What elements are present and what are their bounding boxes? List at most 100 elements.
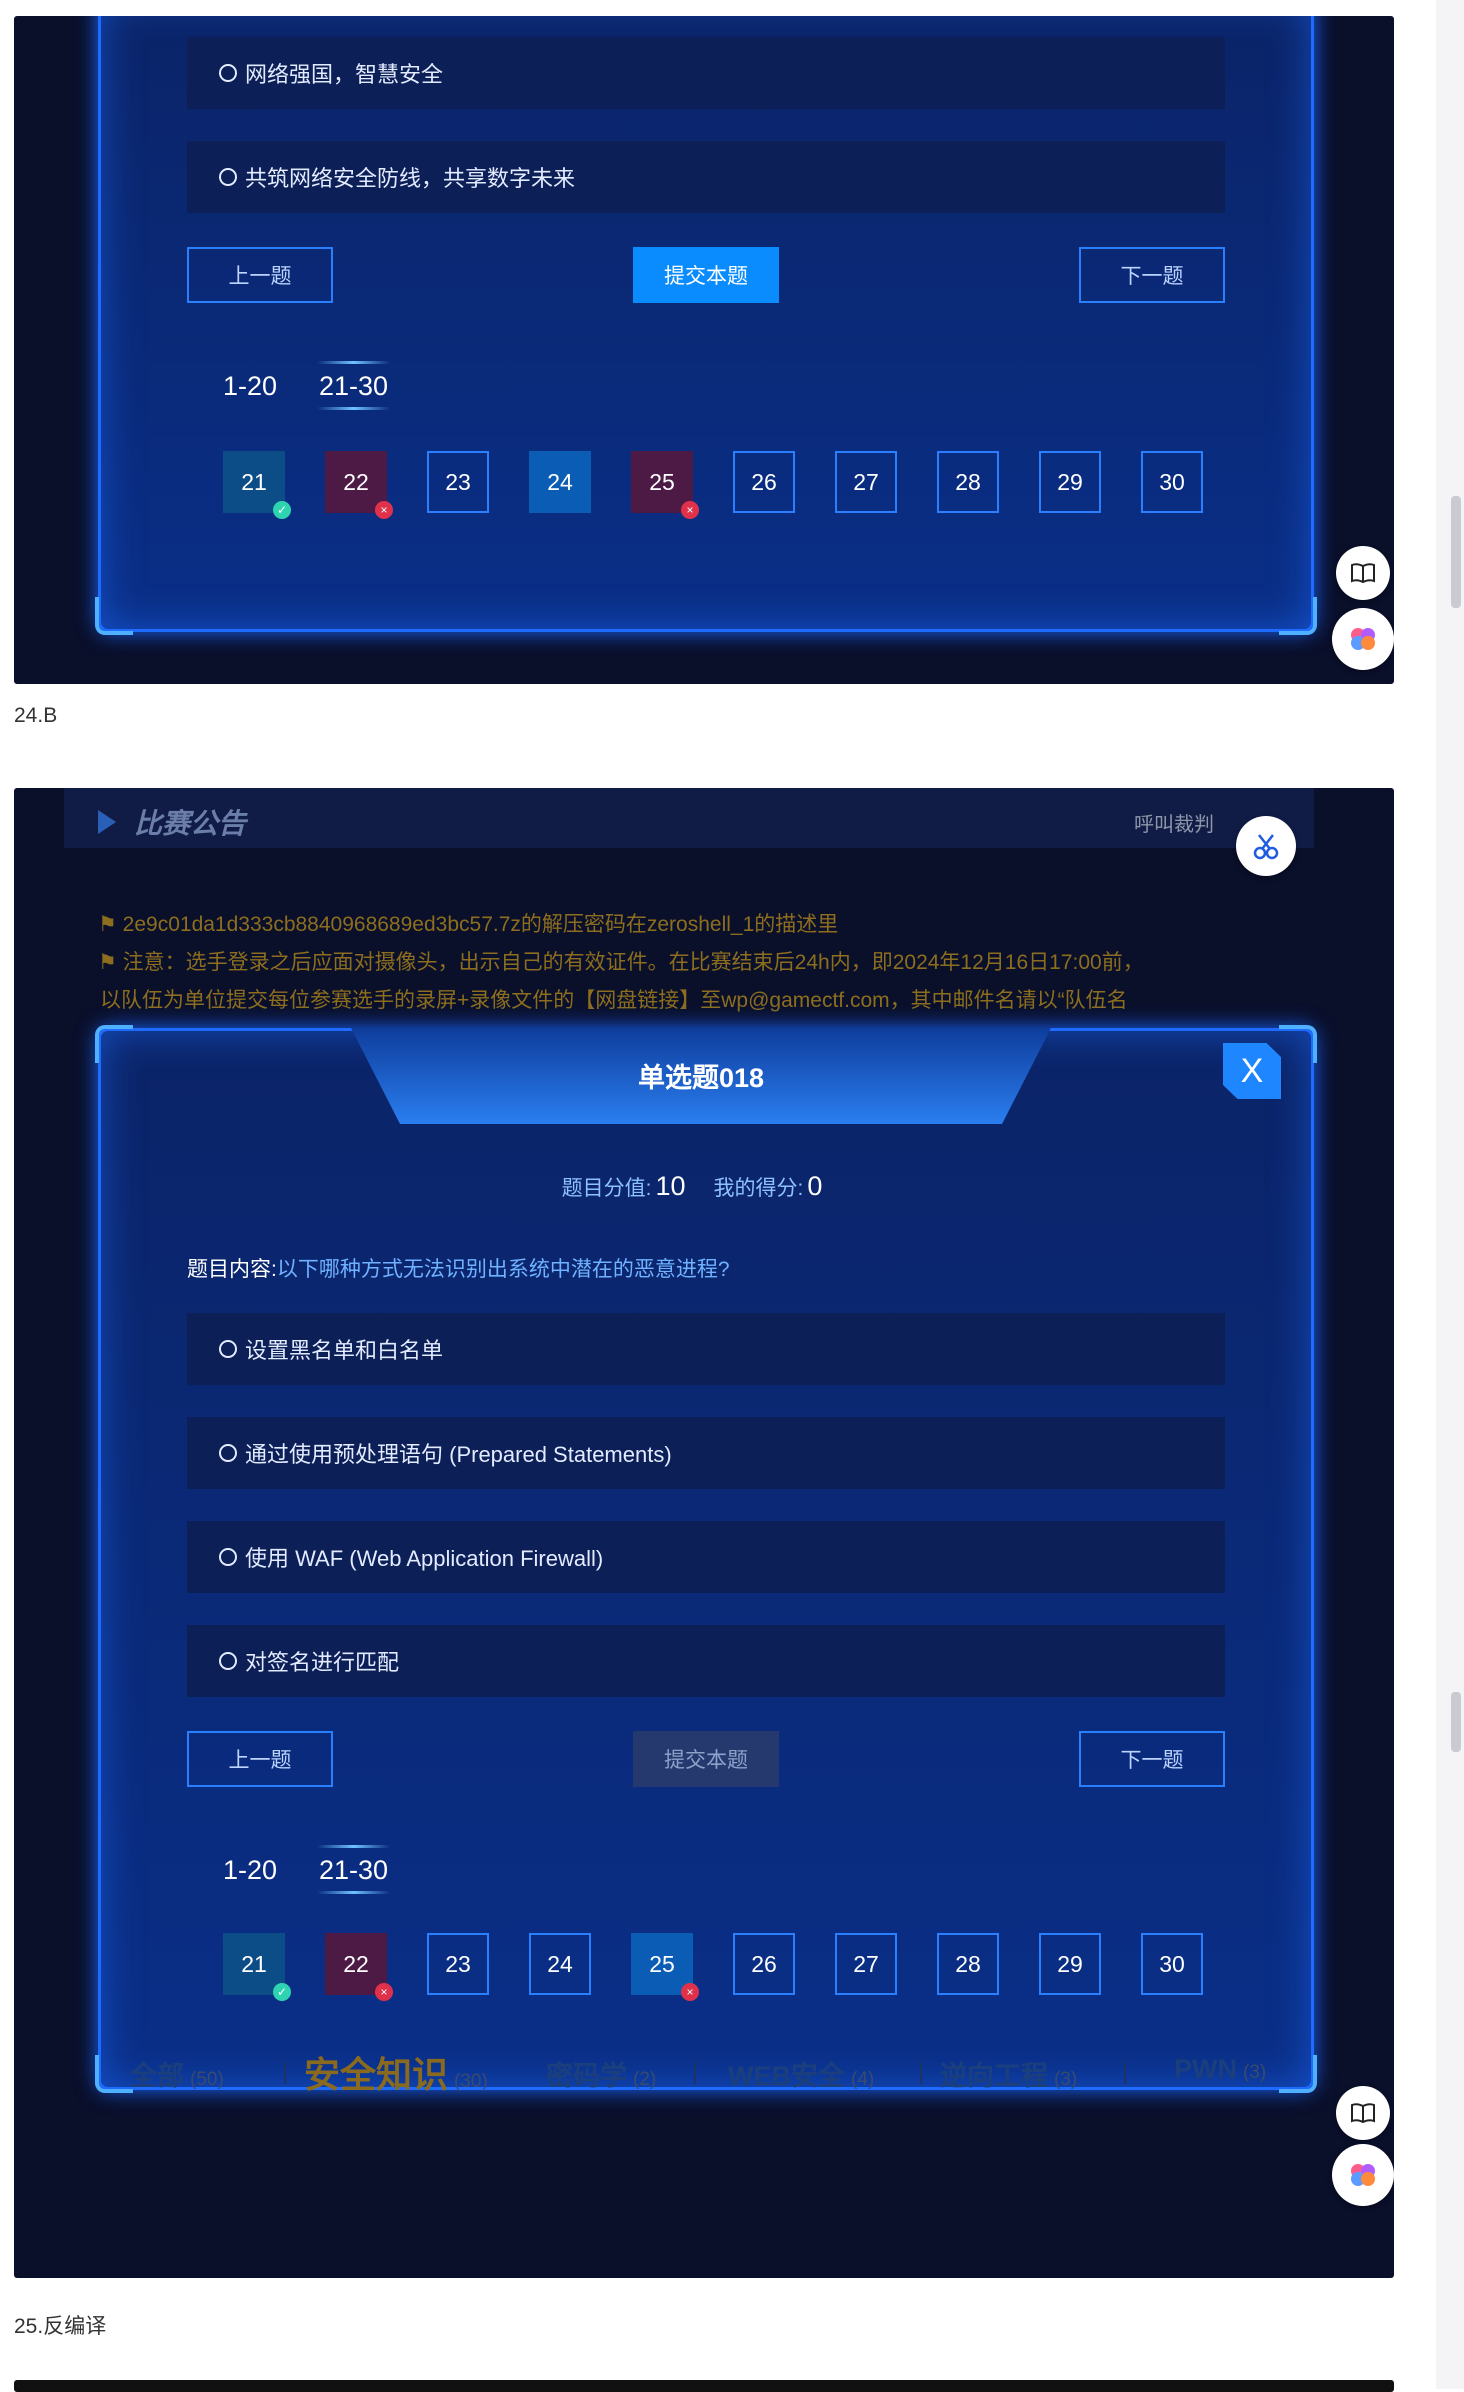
notice-text: 2e9c01da1d333cb8840968689ed3bc57.7z的解压密码… bbox=[122, 913, 839, 936]
cross-icon: × bbox=[681, 1983, 699, 2001]
category-tab-security-knowledge[interactable]: 安全知识 (30) bbox=[304, 2046, 488, 2098]
question-number-label: 21 bbox=[241, 468, 267, 495]
category-tab-pwn[interactable]: PWN (3) bbox=[1174, 2054, 1266, 2085]
next-question-button[interactable]: 下一题 bbox=[1079, 247, 1225, 303]
check-icon: ✓ bbox=[273, 501, 291, 519]
frame-corner bbox=[95, 597, 133, 635]
scroll-thumb[interactable] bbox=[1451, 1692, 1461, 1752]
prev-question-button[interactable]: 上一题 bbox=[187, 247, 333, 303]
question-number-29[interactable]: 29 bbox=[1039, 451, 1101, 513]
question-label: 题目内容: bbox=[187, 1258, 277, 1281]
submit-answer-button[interactable]: 提交本题 bbox=[633, 247, 779, 303]
question-number-23[interactable]: 23 bbox=[427, 1933, 489, 1995]
scissors-icon[interactable] bbox=[1236, 816, 1296, 876]
notice-text: 注意：选手登录之后应面对摄像头，出示自己的有效证件。在比赛结束后24h内，即20… bbox=[122, 951, 1144, 974]
option-label: 设置黑名单和白名单 bbox=[245, 1338, 444, 1363]
category-tab-reverse[interactable]: 逆向工程 (3) bbox=[940, 2054, 1077, 2093]
answer-option[interactable]: 设置黑名单和白名单 bbox=[187, 1313, 1225, 1385]
question-number-label: 23 bbox=[445, 1950, 471, 1977]
question-number-26[interactable]: 26 bbox=[733, 451, 795, 513]
category-tabs: 全部 (50) 安全知识 (30) 密码学 (2) WEB安全 (4) 逆向工程 (3) … bbox=[64, 2046, 1314, 2116]
range-tab-active[interactable]: 21-30 bbox=[316, 361, 391, 410]
question-number-label: 28 bbox=[955, 468, 981, 495]
prev-question-button[interactable]: 上一题 bbox=[187, 1731, 333, 1787]
cross-icon: × bbox=[375, 1983, 393, 2001]
notice-line: ⚑ 2e9c01da1d333cb8840968689ed3bc57.7z的解压… bbox=[98, 908, 838, 938]
close-button[interactable]: X bbox=[1223, 1043, 1281, 1099]
frame-corner bbox=[1279, 597, 1317, 635]
flag-icon: ⚑ bbox=[98, 951, 123, 974]
cross-icon: × bbox=[681, 501, 699, 519]
screenshot-2: 比赛公告 呼叫裁判 ⚑ 2e9c01da1d333cb8840968689ed3… bbox=[14, 788, 1394, 2278]
quiz-modal: 网络强国，智慧安全 共筑网络安全防线，共享数字未来 上一题 提交本题 下一题 1… bbox=[95, 16, 1317, 635]
announcement-title: 比赛公告 bbox=[134, 808, 247, 839]
next-question-button[interactable]: 下一题 bbox=[1079, 1731, 1225, 1787]
range-tab[interactable]: 1-20 bbox=[223, 371, 277, 402]
scroll-thumb[interactable] bbox=[1451, 496, 1461, 608]
option-label: 使用 WAF (Web Application Firewall) bbox=[245, 1546, 604, 1571]
divider bbox=[694, 2062, 696, 2084]
book-icon[interactable] bbox=[1336, 546, 1390, 600]
question-number-25[interactable]: 25 × bbox=[631, 451, 699, 519]
category-tab-web[interactable]: WEB安全 (4) bbox=[728, 2054, 874, 2093]
score-label: 题目分值: bbox=[561, 1177, 652, 1200]
question-text: 以下哪种方式无法识别出系统中潜在的恶意进程? bbox=[276, 1258, 730, 1281]
question-number-label: 27 bbox=[853, 468, 879, 495]
announcement-bar bbox=[64, 788, 1314, 848]
answer-option[interactable]: 使用 WAF (Web Application Firewall) bbox=[187, 1521, 1225, 1593]
question-number-label: 29 bbox=[1057, 1950, 1083, 1977]
modal-title: 单选题018 bbox=[637, 1063, 765, 1093]
category-tab-crypto[interactable]: 密码学 (2) bbox=[546, 2054, 656, 2093]
frame-corner bbox=[1279, 1025, 1317, 1063]
question-number-30[interactable]: 30 bbox=[1141, 1933, 1203, 1995]
answer-option[interactable]: 网络强国，智慧安全 bbox=[187, 37, 1225, 109]
question-number-label: 25 bbox=[649, 468, 675, 495]
category-tab-all[interactable]: 全部 (50) bbox=[130, 2054, 224, 2093]
question-number-label: 30 bbox=[1159, 468, 1185, 495]
question-number-26[interactable]: 26 bbox=[733, 1933, 795, 1995]
question-number-label: 26 bbox=[751, 1950, 777, 1977]
brain-icon[interactable] bbox=[1332, 2144, 1394, 2206]
brain-icon[interactable] bbox=[1332, 608, 1394, 670]
question-number-28[interactable]: 28 bbox=[937, 451, 999, 513]
divider bbox=[920, 2062, 922, 2084]
call-referee-link[interactable]: 呼叫裁判 bbox=[1134, 808, 1214, 837]
question-content: 题目内容:以下哪种方式无法识别出系统中潜在的恶意进程? bbox=[187, 1253, 730, 1283]
page-scrollbar[interactable] bbox=[1436, 0, 1464, 2389]
radio-icon bbox=[219, 1548, 237, 1566]
divider bbox=[284, 2062, 286, 2084]
question-number-27[interactable]: 27 bbox=[835, 1933, 897, 1995]
question-number-24[interactable]: 24 bbox=[529, 1933, 591, 1995]
my-score-label: 我的得分: bbox=[713, 1177, 804, 1200]
check-icon: ✓ bbox=[273, 1983, 291, 2001]
question-number-30[interactable]: 30 bbox=[1141, 451, 1203, 513]
submit-answer-button[interactable]: 提交本题 bbox=[633, 1731, 779, 1787]
range-tab-active[interactable]: 21-30 bbox=[316, 1845, 391, 1894]
question-number-label: 22 bbox=[343, 1950, 369, 1977]
question-number-28[interactable]: 28 bbox=[937, 1933, 999, 1995]
radio-icon bbox=[219, 168, 237, 186]
screenshot-1: 网络强国，智慧安全 共筑网络安全防线，共享数字未来 上一题 提交本题 下一题 1… bbox=[14, 16, 1394, 684]
question-number-21[interactable]: 21 ✓ bbox=[223, 451, 291, 519]
question-number-25[interactable]: 25 × bbox=[631, 1933, 699, 2001]
answer-option[interactable]: 通过使用预处理语句 (Prepared Statements) bbox=[187, 1417, 1225, 1489]
question-number-23[interactable]: 23 bbox=[427, 451, 489, 513]
score-value: 10 bbox=[655, 1171, 686, 1201]
answer-option[interactable]: 共筑网络安全防线，共享数字未来 bbox=[187, 141, 1225, 213]
question-number-21[interactable]: 21 ✓ bbox=[223, 1933, 291, 2001]
announcement-arrow-icon bbox=[98, 810, 116, 834]
question-number-29[interactable]: 29 bbox=[1039, 1933, 1101, 1995]
question-number-label: 24 bbox=[547, 468, 573, 495]
notice-text: 以队伍为单位提交每位参赛选手的录屏+录像文件的【网盘链接】至wp@gamectf… bbox=[100, 989, 1128, 1012]
question-number-24[interactable]: 24 bbox=[529, 451, 591, 513]
range-tab[interactable]: 1-20 bbox=[223, 1855, 277, 1886]
option-label: 网络强国，智慧安全 bbox=[245, 62, 444, 87]
question-number-27[interactable]: 27 bbox=[835, 451, 897, 513]
question-number-22[interactable]: 22 × bbox=[325, 451, 393, 519]
answer-option[interactable]: 对签名进行匹配 bbox=[187, 1625, 1225, 1697]
notice-line: ⚑ 注意：选手登录之后应面对摄像头，出示自己的有效证件。在比赛结束后24h内，即… bbox=[98, 946, 1144, 976]
question-number-22[interactable]: 22 × bbox=[325, 1933, 393, 2001]
question-number-label: 25 bbox=[649, 1950, 675, 1977]
modal-title-bar: 单选题018 bbox=[351, 1028, 1051, 1124]
book-icon[interactable] bbox=[1336, 2086, 1390, 2140]
